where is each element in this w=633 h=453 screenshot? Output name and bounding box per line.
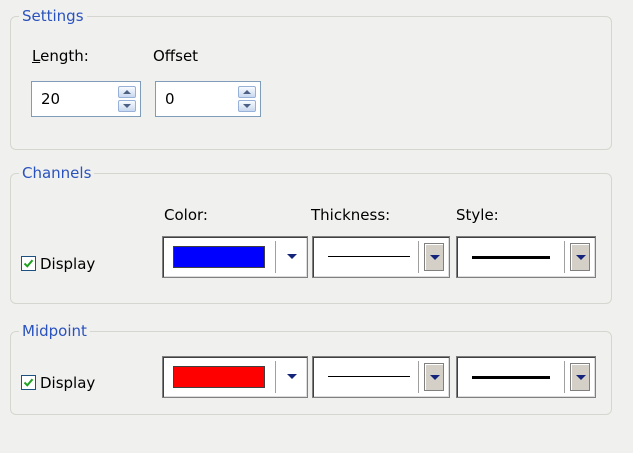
- solid-line-sample: [472, 376, 550, 379]
- channels-thickness-dropdown-button[interactable]: [424, 243, 444, 271]
- length-label: Length:: [32, 47, 89, 65]
- dropdown-arrow-icon: [430, 375, 440, 380]
- midpoint-thickness-dropdown-button[interactable]: [424, 363, 444, 391]
- length-spinner-buttons: [118, 86, 136, 112]
- dropdown-arrow-icon: [430, 255, 440, 260]
- dropdown-arrow-icon: [576, 375, 586, 380]
- settings-group: Settings Length: Offset 20 0: [10, 6, 612, 150]
- midpoint-display-label[interactable]: Display: [40, 374, 95, 392]
- offset-value[interactable]: 0: [165, 90, 175, 108]
- length-label-mnemonic: L: [32, 47, 41, 65]
- channels-color-select[interactable]: [162, 236, 308, 278]
- channels-group: Channels Color: Thickness: Style: Displa…: [10, 163, 612, 304]
- thickness-label: Thickness:: [311, 206, 391, 224]
- checkmark-icon: [23, 378, 34, 387]
- channels-group-title: Channels: [19, 163, 95, 183]
- midpoint-thickness-select[interactable]: [312, 356, 450, 398]
- combo-divider: [418, 241, 419, 273]
- channels-thickness-select[interactable]: [312, 236, 450, 278]
- chevron-down-icon: [123, 104, 131, 108]
- midpoint-display-checkbox[interactable]: [21, 375, 36, 390]
- length-label-text: ength:: [40, 47, 89, 65]
- midpoint-group-title: Midpoint: [19, 321, 90, 341]
- channels-color-swatch: [173, 246, 265, 268]
- thin-line-sample: [328, 376, 410, 377]
- midpoint-color-select[interactable]: [162, 356, 308, 398]
- chevron-up-icon: [123, 90, 131, 94]
- length-decrement-button[interactable]: [118, 100, 136, 112]
- color-label: Color:: [164, 206, 208, 224]
- midpoint-color-swatch: [173, 366, 265, 388]
- solid-line-sample: [472, 256, 550, 259]
- thin-line-sample: [328, 256, 410, 257]
- settings-group-title: Settings: [19, 6, 87, 26]
- dropdown-arrow-icon: [576, 255, 586, 260]
- checkmark-icon: [23, 259, 34, 268]
- midpoint-style-select[interactable]: [456, 356, 596, 398]
- channels-color-dropdown-button[interactable]: [282, 243, 302, 271]
- offset-label: Offset: [153, 47, 199, 65]
- offset-spinner-buttons: [238, 86, 256, 112]
- combo-divider: [564, 361, 565, 393]
- combo-divider: [275, 361, 276, 393]
- dropdown-arrow-icon: [287, 254, 297, 259]
- length-value[interactable]: 20: [41, 90, 60, 108]
- length-spinner[interactable]: 20: [31, 81, 141, 117]
- combo-divider: [275, 241, 276, 273]
- combo-divider: [564, 241, 565, 273]
- channels-style-select[interactable]: [456, 236, 596, 278]
- length-increment-button[interactable]: [118, 86, 136, 98]
- offset-decrement-button[interactable]: [238, 100, 256, 112]
- combo-divider: [418, 361, 419, 393]
- chevron-down-icon: [243, 104, 251, 108]
- offset-increment-button[interactable]: [238, 86, 256, 98]
- chevron-up-icon: [243, 90, 251, 94]
- midpoint-style-dropdown-button[interactable]: [570, 363, 590, 391]
- channels-display-label[interactable]: Display: [40, 255, 95, 273]
- offset-spinner[interactable]: 0: [155, 81, 261, 117]
- channels-style-dropdown-button[interactable]: [570, 243, 590, 271]
- midpoint-color-dropdown-button[interactable]: [282, 363, 302, 391]
- style-label: Style:: [456, 206, 499, 224]
- channels-display-checkbox[interactable]: [21, 256, 36, 271]
- dropdown-arrow-icon: [287, 374, 297, 379]
- midpoint-group: Midpoint Display: [10, 321, 612, 415]
